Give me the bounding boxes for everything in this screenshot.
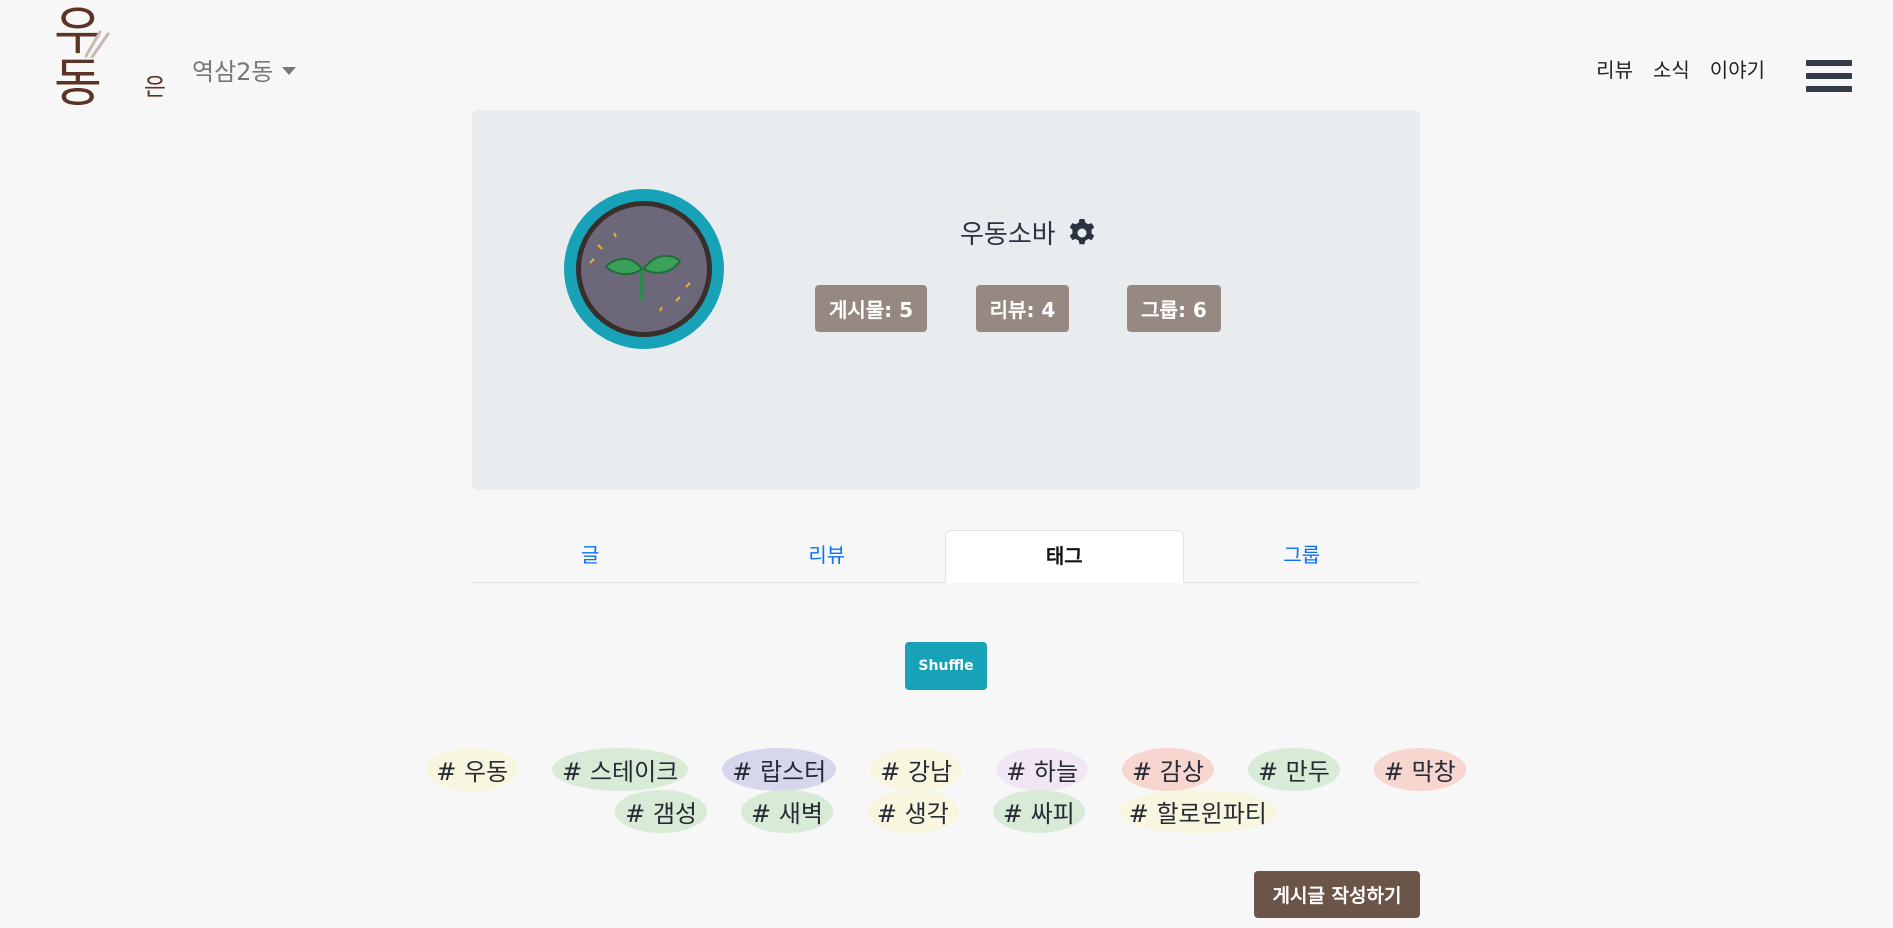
profile-tabs: 글 리뷰 태그 그룹	[472, 530, 1420, 583]
nav-news[interactable]: 소식	[1653, 54, 1690, 83]
tab-posts[interactable]: 글	[472, 530, 709, 582]
tag-item[interactable]: # 새벽	[741, 790, 833, 833]
logo[interactable]: 우동 은	[54, 6, 166, 110]
gear-icon[interactable]	[1066, 217, 1098, 249]
tag-item[interactable]: # 할로윈파티	[1118, 790, 1277, 833]
hamburger-menu-icon[interactable]	[1806, 60, 1852, 100]
tag-item[interactable]: # 막창	[1373, 748, 1466, 791]
tag-item[interactable]: # 생각	[866, 790, 959, 833]
tag-item[interactable]: # 랍스터	[722, 748, 837, 791]
logo-suffix: 은	[143, 73, 166, 101]
avatar[interactable]	[564, 189, 724, 349]
tag-item[interactable]: # 싸피	[992, 790, 1085, 833]
hamburger-line	[1806, 73, 1852, 79]
tag-item[interactable]: # 스테이크	[552, 748, 689, 791]
tag-cloud-row-1: # 우동 # 스테이크 # 랍스터 # 강남 # 하늘 # 감상 # 만두 # 막창	[426, 748, 1466, 791]
tag-item[interactable]: # 갬성	[615, 790, 708, 833]
write-post-button[interactable]: 게시글 작성하기	[1254, 871, 1420, 918]
tag-item[interactable]: # 강남	[870, 748, 963, 791]
posts-count-badge: 게시물: 5	[815, 285, 927, 332]
nav-reviews[interactable]: 리뷰	[1596, 54, 1633, 83]
hamburger-line	[1806, 60, 1852, 66]
shuffle-button[interactable]: Shuffle	[905, 642, 987, 690]
caret-down-icon	[281, 66, 296, 75]
tag-item[interactable]: # 하늘	[996, 748, 1089, 791]
tag-item[interactable]: # 만두	[1247, 748, 1340, 791]
tab-tags[interactable]: 태그	[945, 530, 1184, 583]
tag-item[interactable]: # 우동	[426, 748, 519, 791]
tag-item[interactable]: # 감상	[1122, 748, 1214, 791]
username-text: 우동소바	[960, 220, 1056, 250]
tab-reviews[interactable]: 리뷰	[709, 530, 946, 582]
nav-stories[interactable]: 이야기	[1710, 54, 1765, 83]
chopsticks-icon	[84, 30, 110, 58]
tab-groups[interactable]: 그룹	[1184, 530, 1421, 582]
tag-cloud-row-2: # 갬성 # 새벽 # 생각 # 싸피 # 할로윈파티	[472, 790, 1420, 833]
username: 우동소바	[960, 214, 1098, 251]
location-label: 역삼2동	[192, 58, 274, 86]
hamburger-line	[1806, 86, 1852, 92]
groups-count-badge: 그룹: 6	[1127, 285, 1221, 332]
logo-text: 우동	[54, 2, 102, 114]
top-nav: 리뷰 소식 이야기	[1596, 54, 1765, 83]
reviews-count-badge: 리뷰: 4	[976, 285, 1069, 332]
location-dropdown[interactable]: 역삼2동	[192, 52, 296, 87]
profile-card: 우동소바 게시물: 5 리뷰: 4 그룹: 6	[472, 110, 1420, 490]
